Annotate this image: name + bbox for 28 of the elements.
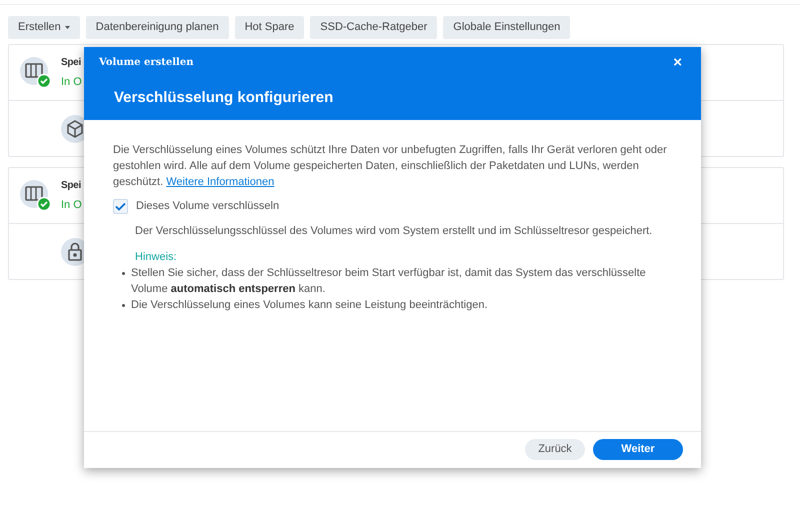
toolbar-button[interactable]: Erstellen [8, 16, 80, 39]
caret-icon [64, 26, 70, 29]
toolbar-button[interactable]: Globale Einstellungen [443, 16, 570, 39]
pool-status: In O [61, 198, 82, 213]
next-button[interactable]: Weiter [593, 438, 683, 460]
hint-text: Stellen Sie sicher, dass der Schlüsseltresor beim Start verfügbar ist, damit das System das verschlüsselte Volume automatisch entsperren kann. [131, 266, 647, 297]
window-title: Volume erstellen [99, 56, 194, 70]
bullet-icon [122, 304, 125, 307]
storage-icon [20, 180, 52, 212]
hint-text: Die Verschlüsselung eines Volumes kann seine Leistung beeinträchtigen. [131, 298, 488, 313]
pool-title: Spei [61, 56, 82, 70]
close-button[interactable]: × [669, 54, 686, 70]
checkmark-icon [115, 202, 126, 210]
more-info-link[interactable]: Weitere Informationen [166, 176, 274, 188]
dialog-heading: Verschlüsselung konfigurieren [114, 88, 334, 108]
back-button[interactable]: Zurück [525, 438, 585, 460]
storage-icon [20, 56, 52, 88]
checkbox-label: Dieses Volume verschlüsseln [136, 199, 280, 214]
hint-label: Hinweis: [135, 250, 178, 265]
toolbar-button[interactable]: Hot Spare [234, 16, 304, 39]
pool-title: Spei [61, 178, 82, 193]
encrypt-checkbox[interactable] [113, 198, 128, 214]
toolbar-button[interactable]: SSD-Cache-Ratgeber [310, 16, 438, 39]
toolbar-button[interactable]: Datenbereinigung planen [86, 16, 229, 39]
intro-text: Die Verschlüsselung eines Volumes schützt Ihre Daten vor unbefugten Zugriffen, falls Ihr Gerät verloren geht oder gestohlen wird. Alle auf dem Volume gespeicherten Daten, einschließlich der Paketdaten und LUNs, werden geschützt. Weitere Informationen [113, 143, 668, 190]
key-note: Der Verschlüsselungsschlüssel des Volumes wird vom System erstellt und im Schlüsseltresor gespeichert. [135, 224, 654, 239]
pool-status: In O [61, 74, 82, 90]
bullet-icon [122, 272, 125, 275]
